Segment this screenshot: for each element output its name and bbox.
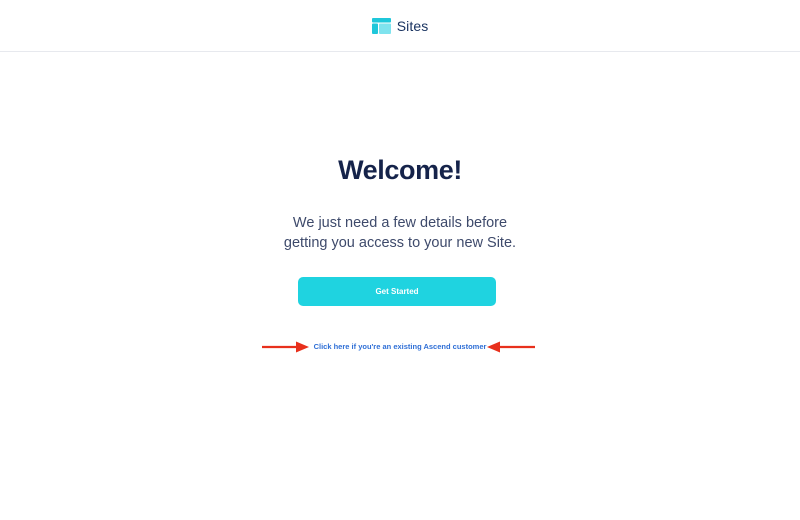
app-name: Sites (396, 17, 429, 34)
top-header: Sites (0, 0, 800, 52)
sites-layout-icon (371, 17, 391, 34)
subtitle-line-2: getting you access to your new Site. (283, 235, 517, 251)
brand[interactable]: Sites (371, 17, 429, 34)
page-subtitle: We just need a few details before gettin… (0, 213, 800, 253)
subtitle-line-1: We just need a few details before (292, 215, 508, 231)
page-title: Welcome! (338, 155, 462, 185)
get-started-button[interactable]: Get Started (298, 277, 496, 306)
arrow-left-icon (487, 341, 535, 353)
existing-customer-link[interactable]: Click here if you're an existing Ascend … (300, 341, 500, 353)
